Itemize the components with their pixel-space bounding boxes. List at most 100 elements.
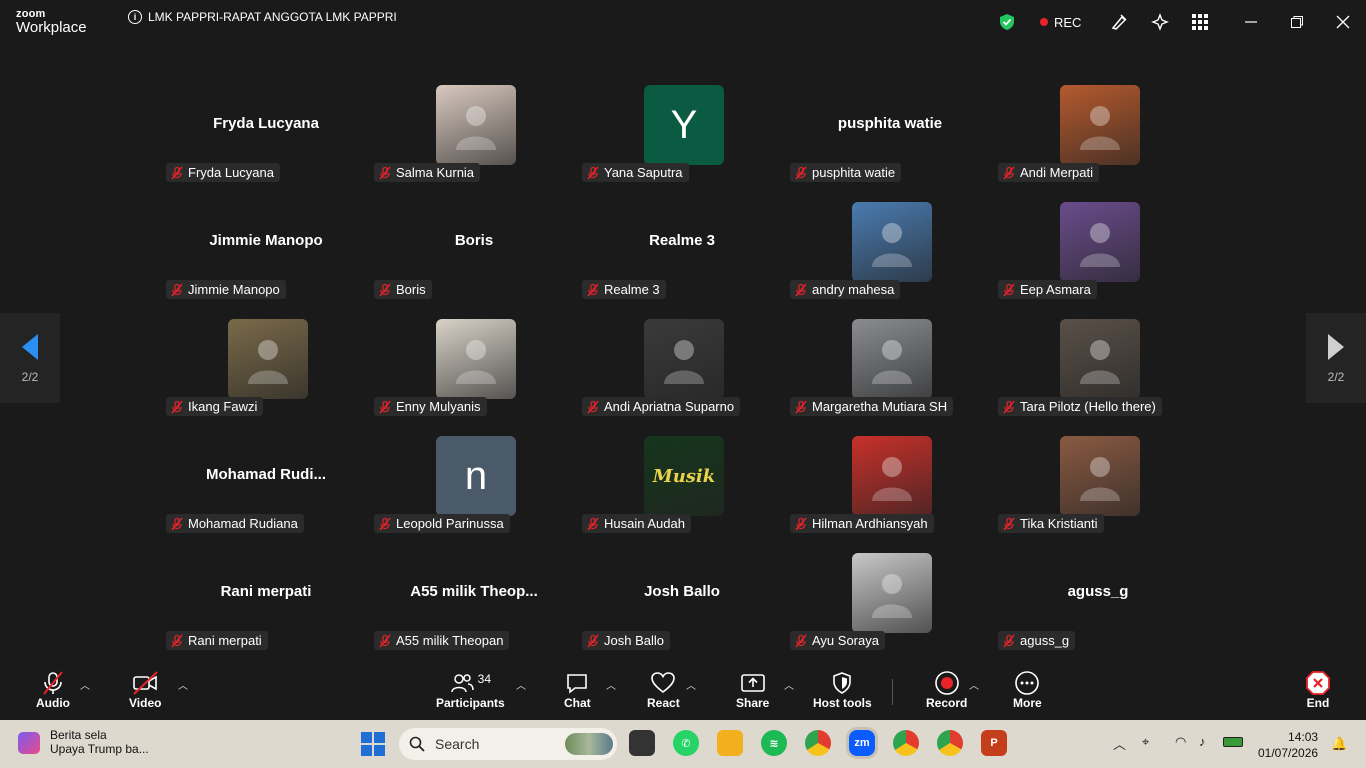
system-clock[interactable]: 14:03 01/07/2026	[1258, 729, 1318, 761]
share-caret-icon[interactable]: ︿	[784, 677, 794, 692]
spotify-icon[interactable]: ≋	[761, 730, 787, 756]
notification-bell-icon[interactable]: 🔔	[1331, 736, 1347, 752]
video-button[interactable]: Video	[129, 670, 161, 710]
encryption-shield-icon[interactable]	[998, 0, 1016, 44]
info-icon[interactable]: i	[128, 10, 142, 24]
participant-photo	[436, 319, 516, 399]
photo-caption: Musik	[652, 465, 716, 487]
audio-options-caret-icon[interactable]: ︿	[80, 677, 90, 692]
annotate-icon[interactable]	[1109, 0, 1129, 44]
chat-button[interactable]: Chat	[564, 670, 591, 710]
participant-tile[interactable]: pusphita watie pusphita watie	[790, 85, 998, 202]
share-button[interactable]: Share	[736, 670, 769, 710]
participant-tile[interactable]: Boris Boris	[374, 202, 582, 319]
participant-tile[interactable]: Tika Kristianti	[998, 436, 1206, 553]
participant-tile[interactable]: Eep Asmara	[998, 202, 1206, 319]
participant-name: Andi Merpati	[1020, 165, 1093, 180]
meeting-info[interactable]: i LMK PAPPRI-RAPAT ANGGOTA LMK PAPPRI	[128, 10, 397, 24]
mic-muted-icon	[795, 634, 807, 647]
more-button[interactable]: More	[1013, 670, 1042, 710]
participant-tile[interactable]: Jimmie Manopo Jimmie Manopo	[166, 202, 374, 319]
participant-tile[interactable]: Fryda Lucyana Fryda Lucyana	[166, 85, 374, 202]
participant-tile[interactable]: Y Yana Saputra	[582, 85, 790, 202]
minimize-icon[interactable]	[1244, 0, 1258, 44]
zoom-taskbar-icon[interactable]: zm	[849, 730, 875, 756]
participant-tile[interactable]: Hilman Ardhiansyah	[790, 436, 998, 553]
participant-tile[interactable]: Andi Apriatna Suparno	[582, 319, 790, 436]
previous-page-button[interactable]: 2/2	[0, 313, 60, 403]
restore-icon[interactable]	[1290, 0, 1304, 44]
network-location-icon[interactable]: ⌖	[1142, 734, 1149, 750]
person-silhouette-icon	[248, 340, 288, 384]
react-button[interactable]: React	[647, 670, 680, 710]
mic-muted-icon	[587, 400, 599, 413]
participant-tile[interactable]: Andi Merpati	[998, 85, 1206, 202]
whatsapp-icon[interactable]: ✆	[673, 730, 699, 756]
participant-tile[interactable]: andry mahesa	[790, 202, 998, 319]
mic-muted-icon	[587, 517, 599, 530]
participant-name: Husain Audah	[604, 516, 685, 531]
person-silhouette-icon	[872, 340, 912, 384]
taskbar-search[interactable]: Search	[399, 728, 617, 760]
next-page-button[interactable]: 2/2	[1306, 313, 1366, 403]
react-caret-icon[interactable]: ︿	[686, 677, 696, 692]
more-dots-icon	[1014, 670, 1040, 696]
task-view-icon[interactable]	[629, 730, 655, 756]
recording-indicator[interactable]: REC	[1040, 0, 1081, 44]
participant-tile[interactable]: Tara Pilotz (Hello there)	[998, 319, 1206, 436]
participant-display-name: Rani merpati	[220, 583, 312, 600]
file-explorer-icon[interactable]	[717, 730, 743, 756]
record-caret-icon[interactable]: ︿	[969, 677, 979, 692]
participant-name-label: Leopold Parinussa	[374, 514, 510, 533]
chrome-profile-l-icon[interactable]	[893, 730, 919, 756]
participant-tile[interactable]: n Leopold Parinussa	[374, 436, 582, 553]
close-icon[interactable]	[1336, 0, 1350, 44]
participant-name-label: Fryda Lucyana	[166, 163, 280, 182]
participant-tile[interactable]: Enny Mulyanis	[374, 319, 582, 436]
participants-button[interactable]: 34 Participants	[436, 670, 505, 710]
participant-display-name: pusphita watie	[837, 115, 943, 132]
participant-tile[interactable]: Ayu Soraya	[790, 553, 998, 670]
wifi-icon[interactable]: ◠	[1175, 734, 1186, 750]
apps-grid-icon[interactable]	[1191, 0, 1209, 44]
chrome-profile-l2-icon[interactable]	[937, 730, 963, 756]
host-tools-button[interactable]: Host tools	[813, 670, 872, 710]
show-hidden-icons-chevron-icon[interactable]: ︿	[1113, 734, 1126, 753]
participant-tile[interactable]: A55 milik Theop... A55 milik Theopan	[374, 553, 582, 670]
participant-name-label: pusphita watie	[790, 163, 902, 182]
clock-date: 01/07/2026	[1258, 746, 1319, 760]
participant-name-label: Tara Pilotz (Hello there)	[998, 397, 1162, 416]
participant-photo	[1060, 436, 1140, 516]
participant-tile[interactable]: Salma Kurnia	[374, 85, 582, 202]
participant-name-label: Realme 3	[582, 280, 666, 299]
chat-caret-icon[interactable]: ︿	[606, 677, 616, 692]
video-options-caret-icon[interactable]: ︿	[178, 677, 188, 692]
ai-companion-icon[interactable]	[1150, 0, 1170, 44]
battery-icon[interactable]	[1223, 737, 1243, 747]
host-tools-shield-icon	[831, 670, 853, 696]
powerpoint-icon[interactable]: P	[981, 730, 1007, 756]
participant-photo	[228, 319, 308, 399]
audio-button[interactable]: Audio	[36, 670, 70, 710]
participant-tile[interactable]: Josh Ballo Josh Ballo	[582, 553, 790, 670]
page-indicator: 2/2	[21, 370, 39, 384]
participant-tile[interactable]: Ikang Fawzi	[166, 319, 374, 436]
participants-caret-icon[interactable]: ︿	[516, 677, 526, 692]
participant-tile[interactable]: Mohamad Rudi... Mohamad Rudiana	[166, 436, 374, 553]
participant-name-label: Boris	[374, 280, 432, 299]
news-widget[interactable]: Berita sela Upaya Trump ba...	[18, 728, 149, 756]
mic-muted-icon	[795, 517, 807, 530]
participant-tile[interactable]: Realme 3 Realme 3	[582, 202, 790, 319]
participant-tile[interactable]: aguss_g aguss_g	[998, 553, 1206, 670]
volume-icon[interactable]: ♪	[1199, 734, 1206, 749]
end-meeting-button[interactable]: End	[1305, 670, 1331, 710]
participant-avatar: Y	[644, 85, 724, 165]
participant-tile[interactable]: Musik Husain Audah	[582, 436, 790, 553]
chrome-icon[interactable]	[805, 730, 831, 756]
windows-start-icon[interactable]	[361, 732, 385, 761]
record-button[interactable]: Record	[926, 670, 967, 710]
participant-tile[interactable]: Margaretha Mutiara SH	[790, 319, 998, 436]
mic-muted-icon	[1003, 517, 1015, 530]
participant-tile[interactable]: Rani merpati Rani merpati	[166, 553, 374, 670]
participant-name-label: Margaretha Mutiara SH	[790, 397, 954, 416]
